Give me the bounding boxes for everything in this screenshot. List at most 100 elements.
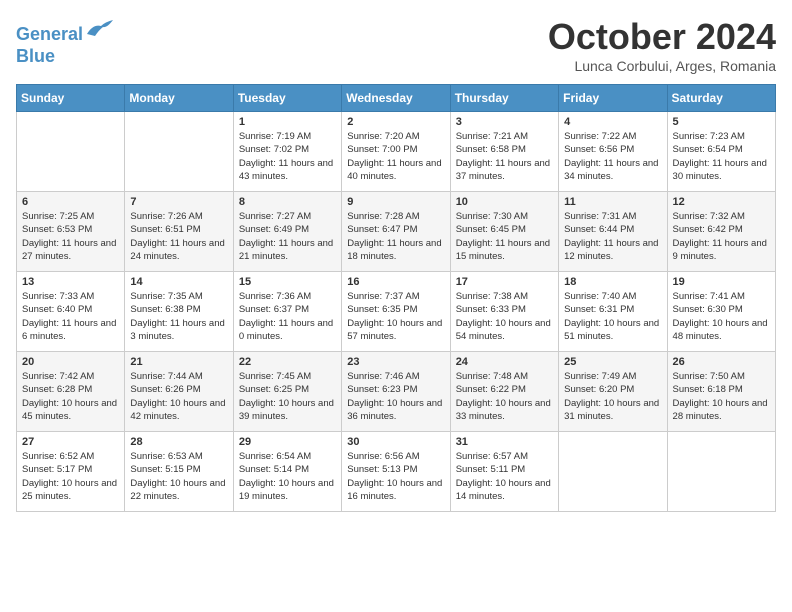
day-number: 21 [130, 356, 227, 368]
day-number: 5 [673, 116, 770, 128]
day-info: Sunrise: 7:50 AM Sunset: 6:18 PM Dayligh… [673, 370, 770, 423]
logo-bird-icon [85, 16, 115, 40]
calendar-cell [667, 432, 775, 512]
day-info: Sunrise: 7:33 AM Sunset: 6:40 PM Dayligh… [22, 290, 119, 343]
calendar-cell: 15 Sunrise: 7:36 AM Sunset: 6:37 PM Dayli… [233, 272, 341, 352]
calendar-cell: 7 Sunrise: 7:26 AM Sunset: 6:51 PM Daylig… [125, 192, 233, 272]
calendar-table: SundayMondayTuesdayWednesdayThursdayFrid… [16, 84, 776, 512]
day-number: 15 [239, 276, 336, 288]
calendar-cell: 17Sunrise: 7:38 AM Sunset: 6:33 PM Dayli… [450, 272, 558, 352]
day-number: 25 [564, 356, 661, 368]
calendar-cell: 26 Sunrise: 7:50 AM Sunset: 6:18 PM Dayli… [667, 352, 775, 432]
day-info: Sunrise: 7:27 AM Sunset: 6:49 PM Dayligh… [239, 210, 336, 263]
calendar-cell: 31 Sunrise: 6:57 AM Sunset: 5:11 PM Dayli… [450, 432, 558, 512]
day-number: 1 [239, 116, 336, 128]
calendar-cell: 25Sunrise: 7:49 AM Sunset: 6:20 PM Dayli… [559, 352, 667, 432]
calendar-cell: 14 Sunrise: 7:35 AM Sunset: 6:38 PM Dayli… [125, 272, 233, 352]
day-number: 4 [564, 116, 661, 128]
calendar-cell: 23Sunrise: 7:46 AM Sunset: 6:23 PM Dayli… [342, 352, 450, 432]
day-number: 17 [456, 276, 553, 288]
day-number: 11 [564, 196, 661, 208]
day-info: Sunrise: 7:20 AM Sunset: 7:00 PM Dayligh… [347, 130, 444, 183]
day-number: 6 [22, 196, 119, 208]
day-info: Sunrise: 7:37 AM Sunset: 6:35 PM Dayligh… [347, 290, 444, 343]
calendar-cell: 29 Sunrise: 6:54 AM Sunset: 5:14 PM Dayli… [233, 432, 341, 512]
day-number: 12 [673, 196, 770, 208]
calendar-cell: 27Sunrise: 6:52 AM Sunset: 5:17 PM Dayli… [17, 432, 125, 512]
weekday-header-sunday: Sunday [17, 85, 125, 112]
day-info: Sunrise: 6:57 AM Sunset: 5:11 PM Dayligh… [456, 450, 553, 503]
day-info: Sunrise: 7:40 AM Sunset: 6:31 PM Dayligh… [564, 290, 661, 343]
title-block: October 2024 Lunca Corbului, Arges, Roma… [548, 16, 776, 74]
day-number: 23 [347, 356, 444, 368]
calendar-cell: 30Sunrise: 6:56 AM Sunset: 5:13 PM Dayli… [342, 432, 450, 512]
day-number: 24 [456, 356, 553, 368]
weekday-header-thursday: Thursday [450, 85, 558, 112]
calendar-cell: 12 Sunrise: 7:32 AM Sunset: 6:42 PM Dayli… [667, 192, 775, 272]
calendar-week-row: 6Sunrise: 7:25 AM Sunset: 6:53 PM Daylig… [17, 192, 776, 272]
page-header: General Blue October 2024 Lunca Corbului… [16, 16, 776, 74]
calendar-cell [559, 432, 667, 512]
day-number: 22 [239, 356, 336, 368]
weekday-header-monday: Monday [125, 85, 233, 112]
day-info: Sunrise: 7:22 AM Sunset: 6:56 PM Dayligh… [564, 130, 661, 183]
calendar-cell: 9Sunrise: 7:28 AM Sunset: 6:47 PM Daylig… [342, 192, 450, 272]
weekday-header-tuesday: Tuesday [233, 85, 341, 112]
day-info: Sunrise: 7:36 AM Sunset: 6:37 PM Dayligh… [239, 290, 336, 343]
day-number: 31 [456, 436, 553, 448]
calendar-cell: 28Sunrise: 6:53 AM Sunset: 5:15 PM Dayli… [125, 432, 233, 512]
day-number: 26 [673, 356, 770, 368]
calendar-cell: 13 Sunrise: 7:33 AM Sunset: 6:40 PM Dayli… [17, 272, 125, 352]
day-info: Sunrise: 7:26 AM Sunset: 6:51 PM Dayligh… [130, 210, 227, 263]
day-info: Sunrise: 6:54 AM Sunset: 5:14 PM Dayligh… [239, 450, 336, 503]
calendar-cell: 24 Sunrise: 7:48 AM Sunset: 6:22 PM Dayli… [450, 352, 558, 432]
calendar-cell: 1 Sunrise: 7:19 AM Sunset: 7:02 PM Daylig… [233, 112, 341, 192]
calendar-cell: 8 Sunrise: 7:27 AM Sunset: 6:49 PM Daylig… [233, 192, 341, 272]
weekday-header-row: SundayMondayTuesdayWednesdayThursdayFrid… [17, 85, 776, 112]
day-info: Sunrise: 7:42 AM Sunset: 6:28 PM Dayligh… [22, 370, 119, 423]
day-number: 10 [456, 196, 553, 208]
day-number: 2 [347, 116, 444, 128]
day-number: 28 [130, 436, 227, 448]
day-info: Sunrise: 7:44 AM Sunset: 6:26 PM Dayligh… [130, 370, 227, 423]
logo-blue: Blue [16, 46, 115, 68]
calendar-cell: 3 Sunrise: 7:21 AM Sunset: 6:58 PM Daylig… [450, 112, 558, 192]
day-number: 8 [239, 196, 336, 208]
logo-text: General [16, 16, 115, 46]
calendar-week-row: 1 Sunrise: 7:19 AM Sunset: 7:02 PM Daylig… [17, 112, 776, 192]
calendar-cell: 22 Sunrise: 7:45 AM Sunset: 6:25 PM Dayli… [233, 352, 341, 432]
location-subtitle: Lunca Corbului, Arges, Romania [548, 58, 776, 74]
day-number: 18 [564, 276, 661, 288]
day-info: Sunrise: 7:31 AM Sunset: 6:44 PM Dayligh… [564, 210, 661, 263]
day-number: 14 [130, 276, 227, 288]
calendar-cell: 16 Sunrise: 7:37 AM Sunset: 6:35 PM Dayli… [342, 272, 450, 352]
day-number: 16 [347, 276, 444, 288]
day-info: Sunrise: 7:23 AM Sunset: 6:54 PM Dayligh… [673, 130, 770, 183]
calendar-cell [125, 112, 233, 192]
calendar-week-row: 27Sunrise: 6:52 AM Sunset: 5:17 PM Dayli… [17, 432, 776, 512]
logo: General Blue [16, 16, 115, 67]
day-info: Sunrise: 7:35 AM Sunset: 6:38 PM Dayligh… [130, 290, 227, 343]
day-info: Sunrise: 7:28 AM Sunset: 6:47 PM Dayligh… [347, 210, 444, 263]
day-number: 19 [673, 276, 770, 288]
day-info: Sunrise: 7:45 AM Sunset: 6:25 PM Dayligh… [239, 370, 336, 423]
day-number: 3 [456, 116, 553, 128]
day-number: 20 [22, 356, 119, 368]
day-number: 7 [130, 196, 227, 208]
day-info: Sunrise: 7:21 AM Sunset: 6:58 PM Dayligh… [456, 130, 553, 183]
day-info: Sunrise: 7:32 AM Sunset: 6:42 PM Dayligh… [673, 210, 770, 263]
calendar-cell: 18 Sunrise: 7:40 AM Sunset: 6:31 PM Dayli… [559, 272, 667, 352]
day-info: Sunrise: 6:52 AM Sunset: 5:17 PM Dayligh… [22, 450, 119, 503]
calendar-cell: 6Sunrise: 7:25 AM Sunset: 6:53 PM Daylig… [17, 192, 125, 272]
calendar-cell: 10 Sunrise: 7:30 AM Sunset: 6:45 PM Dayli… [450, 192, 558, 272]
calendar-cell: 11 Sunrise: 7:31 AM Sunset: 6:44 PM Dayli… [559, 192, 667, 272]
day-number: 29 [239, 436, 336, 448]
day-info: Sunrise: 7:19 AM Sunset: 7:02 PM Dayligh… [239, 130, 336, 183]
day-info: Sunrise: 7:30 AM Sunset: 6:45 PM Dayligh… [456, 210, 553, 263]
calendar-cell: 20 Sunrise: 7:42 AM Sunset: 6:28 PM Dayli… [17, 352, 125, 432]
day-number: 13 [22, 276, 119, 288]
day-number: 30 [347, 436, 444, 448]
month-title: October 2024 [548, 16, 776, 58]
day-info: Sunrise: 7:48 AM Sunset: 6:22 PM Dayligh… [456, 370, 553, 423]
calendar-week-row: 13 Sunrise: 7:33 AM Sunset: 6:40 PM Dayli… [17, 272, 776, 352]
